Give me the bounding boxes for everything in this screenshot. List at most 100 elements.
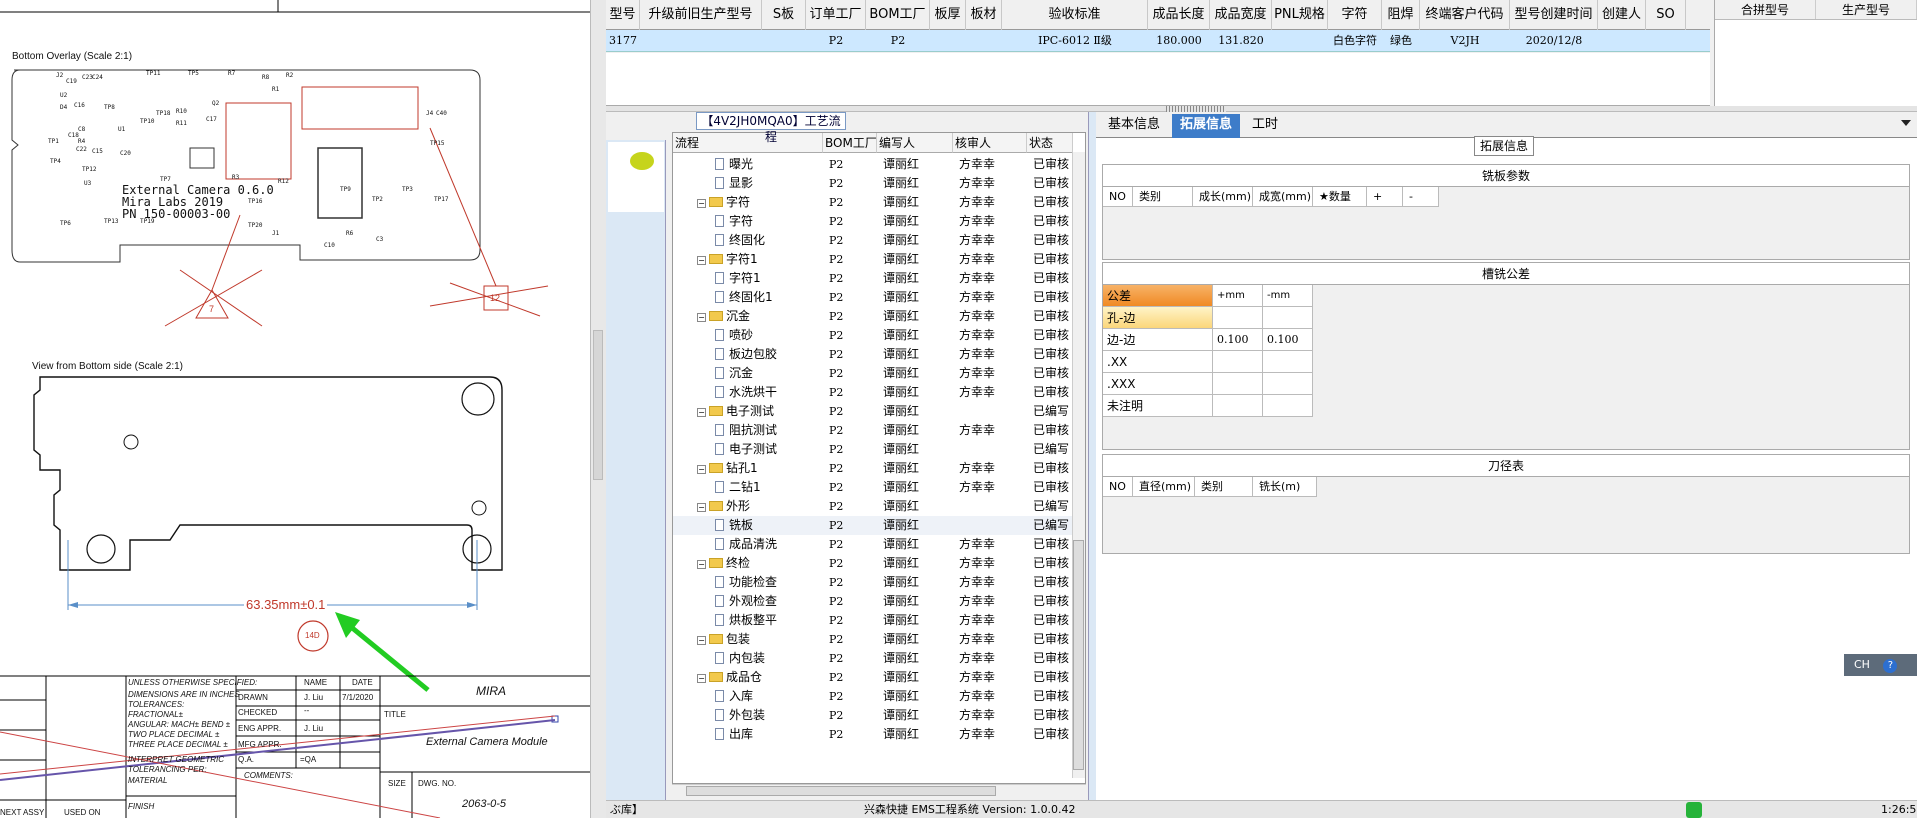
tol-row[interactable]: 未注明 xyxy=(1103,395,1909,417)
grid-cell-0[interactable]: 3177 xyxy=(606,30,640,52)
tol-minus[interactable] xyxy=(1263,351,1313,373)
tree-group-row[interactable]: − 字符 P2 谭丽红 方幸幸 已审核 xyxy=(673,193,1073,212)
help-icon[interactable]: ? xyxy=(1883,659,1898,673)
tree-step-row[interactable]: 曝光 P2 谭丽红 方幸幸 已审核 xyxy=(673,155,1073,174)
tt-col-len[interactable]: 铣长(m) xyxy=(1253,477,1317,497)
grid-col-16[interactable]: SO xyxy=(1646,0,1686,30)
tt-col-dia[interactable]: 直径(mm) xyxy=(1133,477,1195,497)
grid-cell-5[interactable] xyxy=(930,30,966,52)
tree-group-row[interactable]: − 包装 P2 谭丽红 方幸幸 已审核 xyxy=(673,630,1073,649)
grid-cell-8[interactable]: 180.000 xyxy=(1148,30,1210,52)
col-status[interactable]: 状态 xyxy=(1027,133,1073,153)
grid-cell-11[interactable]: 白色字符 xyxy=(1328,30,1382,52)
tree-step-row[interactable]: 外包装 P2 谭丽红 方幸幸 已审核 xyxy=(673,706,1073,725)
grid-col-13[interactable]: 终端客户代码 xyxy=(1420,0,1510,30)
tree-step-row[interactable]: 二钻1 P2 谭丽红 方幸幸 已审核 xyxy=(673,478,1073,497)
tol-plus[interactable]: 0.100 xyxy=(1213,329,1263,351)
tree-group-row[interactable]: − 外形 P2 谭丽红 已编写 xyxy=(673,497,1073,516)
collapse-toggle-icon[interactable]: − xyxy=(697,313,706,322)
tree-step-row[interactable]: 沉金 P2 谭丽红 方幸幸 已审核 xyxy=(673,364,1073,383)
tol-minus[interactable] xyxy=(1263,307,1313,329)
tol-plus[interactable] xyxy=(1213,351,1263,373)
tol-minus[interactable] xyxy=(1263,395,1313,417)
tol-plus[interactable] xyxy=(1213,395,1263,417)
mp-col-no[interactable]: NO xyxy=(1103,187,1133,207)
tol-row[interactable]: 孔-边 xyxy=(1103,307,1909,329)
collapse-toggle-icon[interactable]: − xyxy=(697,465,706,474)
tree-step-row[interactable]: 终固化1 P2 谭丽红 方幸幸 已审核 xyxy=(673,288,1073,307)
grid-cell-13[interactable]: V2JH xyxy=(1420,30,1510,52)
grid-cell-12[interactable]: 绿色 xyxy=(1382,30,1420,52)
tree-step-row[interactable]: 内包装 P2 谭丽红 方幸幸 已审核 xyxy=(673,649,1073,668)
tree-vscroll-thumb[interactable] xyxy=(1073,540,1084,770)
pane-splitter[interactable] xyxy=(590,0,606,818)
tree-group-row[interactable]: − 钻孔1 P2 谭丽红 方幸幸 已审核 xyxy=(673,459,1073,478)
tol-minus[interactable] xyxy=(1263,373,1313,395)
tabs-dropdown-icon[interactable] xyxy=(1901,120,1911,126)
tol-row[interactable]: .XX xyxy=(1103,351,1909,373)
tree-step-row[interactable]: 出库 P2 谭丽红 方幸幸 已审核 xyxy=(673,725,1073,744)
tree-step-row[interactable]: 入库 P2 谭丽红 方幸幸 已审核 xyxy=(673,687,1073,706)
vertical-splitter[interactable] xyxy=(1088,112,1096,800)
grid-cell-1[interactable] xyxy=(640,30,762,52)
grid-cell-7[interactable]: IPC-6012 Ⅱ级 xyxy=(1002,30,1148,52)
tree-group-row[interactable]: − 字符1 P2 谭丽红 方幸幸 已审核 xyxy=(673,250,1073,269)
tol-row[interactable]: .XXX xyxy=(1103,373,1909,395)
mp-col-type[interactable]: 类别 xyxy=(1133,187,1193,207)
tol-plus[interactable] xyxy=(1213,307,1263,329)
combine-header-2[interactable]: 生产型号 xyxy=(1816,0,1917,19)
grid-col-5[interactable]: 板厚 xyxy=(930,0,966,30)
tree-step-row[interactable]: 烘板整平 P2 谭丽红 方幸幸 已审核 xyxy=(673,611,1073,630)
tree-group-row[interactable]: − 成品仓 P2 谭丽红 方幸幸 已审核 xyxy=(673,668,1073,687)
grid-col-1[interactable]: 升级前旧生产型号 xyxy=(640,0,762,30)
collapse-toggle-icon[interactable]: − xyxy=(697,636,706,645)
tree-step-row[interactable]: 外观检查 P2 谭丽红 方幸幸 已审核 xyxy=(673,592,1073,611)
ime-widget[interactable]: CH ? xyxy=(1844,654,1917,676)
mp-col-len[interactable]: 成长(mm) xyxy=(1193,187,1253,207)
tree-step-row[interactable]: 字符 P2 谭丽红 方幸幸 已审核 xyxy=(673,212,1073,231)
tt-col-type[interactable]: 类别 xyxy=(1195,477,1253,497)
grid-cell-9[interactable]: 131.820 xyxy=(1210,30,1272,52)
tree-step-row[interactable]: 板边包胶 P2 谭丽红 方幸幸 已审核 xyxy=(673,345,1073,364)
tree-step-row[interactable]: 铣板 P2 谭丽红 已编写 xyxy=(673,516,1073,535)
tree-hscroll-thumb[interactable] xyxy=(686,786,996,796)
grid-cell-2[interactable] xyxy=(762,30,806,52)
col-bom[interactable]: BOM工厂 xyxy=(823,133,877,153)
tol-col-minus[interactable]: -mm xyxy=(1263,285,1313,307)
tab-basic-info[interactable]: 基本信息 xyxy=(1100,114,1168,138)
collapse-toggle-icon[interactable]: − xyxy=(697,408,706,417)
collapse-toggle-icon[interactable]: − xyxy=(697,199,706,208)
col-reviewer[interactable]: 核审人 xyxy=(953,133,1027,153)
grid-col-0[interactable]: 型号 xyxy=(606,0,640,30)
grid-col-2[interactable]: S板 xyxy=(762,0,806,30)
grid-cell-16[interactable] xyxy=(1646,30,1686,52)
grid-cell-6[interactable] xyxy=(966,30,1002,52)
collapse-toggle-icon[interactable]: − xyxy=(697,503,706,512)
mp-col-qty[interactable]: ★数量 xyxy=(1313,187,1367,207)
splitter-handle[interactable] xyxy=(593,330,603,480)
tree-step-row[interactable]: 阻抗测试 P2 谭丽红 方幸幸 已审核 xyxy=(673,421,1073,440)
tol-minus[interactable]: 0.100 xyxy=(1263,329,1313,351)
grid-col-12[interactable]: 阻焊 xyxy=(1382,0,1420,30)
grid-cell-14[interactable]: 2020/12/8 xyxy=(1510,30,1598,52)
col-flow[interactable]: 流程 xyxy=(673,133,823,153)
collapse-toggle-icon[interactable]: − xyxy=(697,560,706,569)
tol-plus[interactable] xyxy=(1213,373,1263,395)
mp-col-wid[interactable]: 成宽(mm) xyxy=(1253,187,1313,207)
tree-step-row[interactable]: 水洗烘干 P2 谭丽红 方幸幸 已审核 xyxy=(673,383,1073,402)
grid-col-6[interactable]: 板材 xyxy=(966,0,1002,30)
tree-group-row[interactable]: − 沉金 P2 谭丽红 方幸幸 已审核 xyxy=(673,307,1073,326)
tol-col-tol[interactable]: 公差 xyxy=(1103,285,1213,307)
tol-row[interactable]: 边-边 0.100 0.100 xyxy=(1103,329,1909,351)
grid-col-3[interactable]: 订单工厂 xyxy=(806,0,866,30)
tree-step-row[interactable]: 喷砂 P2 谭丽红 方幸幸 已审核 xyxy=(673,326,1073,345)
grid-cell-15[interactable] xyxy=(1598,30,1646,52)
grid-col-11[interactable]: 字符 xyxy=(1328,0,1382,30)
mp-col-plus[interactable]: + xyxy=(1367,187,1403,207)
collapse-toggle-icon[interactable]: − xyxy=(697,256,706,265)
grid-col-10[interactable]: PNL规格 xyxy=(1272,0,1328,30)
sogou-ime-icon[interactable] xyxy=(1686,802,1702,818)
grid-col-8[interactable]: 成品长度 xyxy=(1148,0,1210,30)
grid-col-9[interactable]: 成品宽度 xyxy=(1210,0,1272,30)
chat-bubble-icon[interactable] xyxy=(630,152,654,170)
